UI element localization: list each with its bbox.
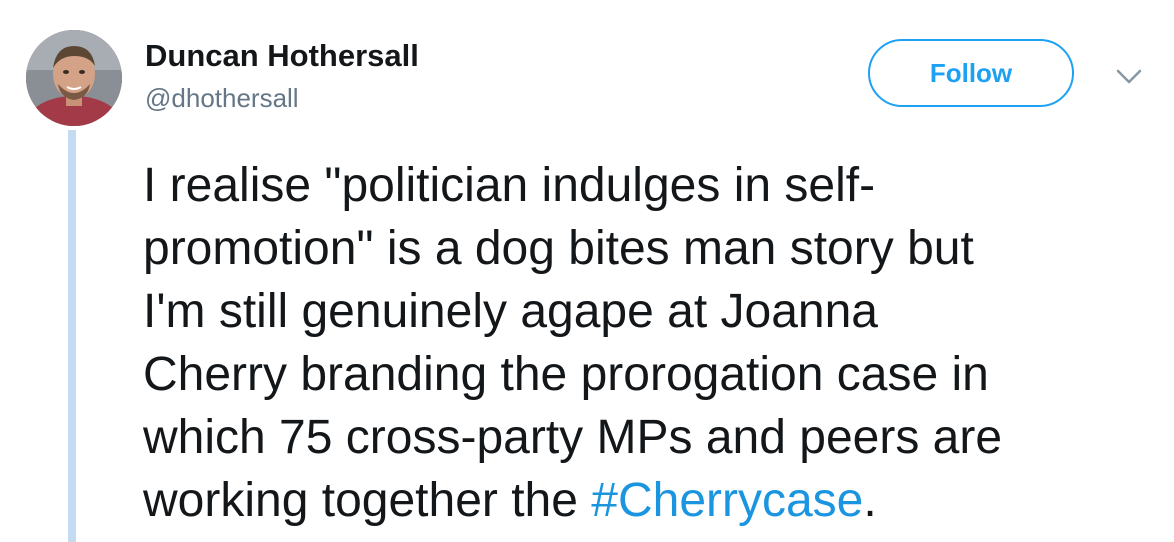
thread-connector-line bbox=[68, 130, 76, 542]
avatar[interactable] bbox=[26, 30, 122, 126]
follow-button-label: Follow bbox=[929, 57, 1013, 88]
author-handle[interactable]: @dhothersall bbox=[145, 83, 299, 113]
author-display-name[interactable]: Duncan Hothersall bbox=[145, 38, 419, 74]
chevron-down-icon[interactable] bbox=[1116, 68, 1142, 86]
tweet-text-fragment: working together the bbox=[143, 474, 592, 527]
tweet-text-line: I realise "politician indulges in self- bbox=[143, 159, 876, 212]
follow-button[interactable]: Follow bbox=[868, 39, 1074, 107]
avatar-photo bbox=[26, 30, 122, 126]
tweet-text-last-line: working together the #Cherrycase. bbox=[143, 469, 1163, 532]
tweet-text-fragment: . bbox=[863, 474, 877, 527]
tweet-text-line: Cherry branding the prorogation case in bbox=[143, 348, 989, 401]
tweet-text-line: promotion" is a dog bites man story but bbox=[143, 222, 974, 275]
tweet-text-line: I'm still genuinely agape at Joanna bbox=[143, 285, 878, 338]
hashtag-link[interactable]: #Cherrycase bbox=[591, 474, 863, 527]
tweet-text: I realise "politician indulges in self- … bbox=[143, 154, 1163, 532]
tweet-text-line: which 75 cross-party MPs and peers are bbox=[143, 411, 1003, 464]
